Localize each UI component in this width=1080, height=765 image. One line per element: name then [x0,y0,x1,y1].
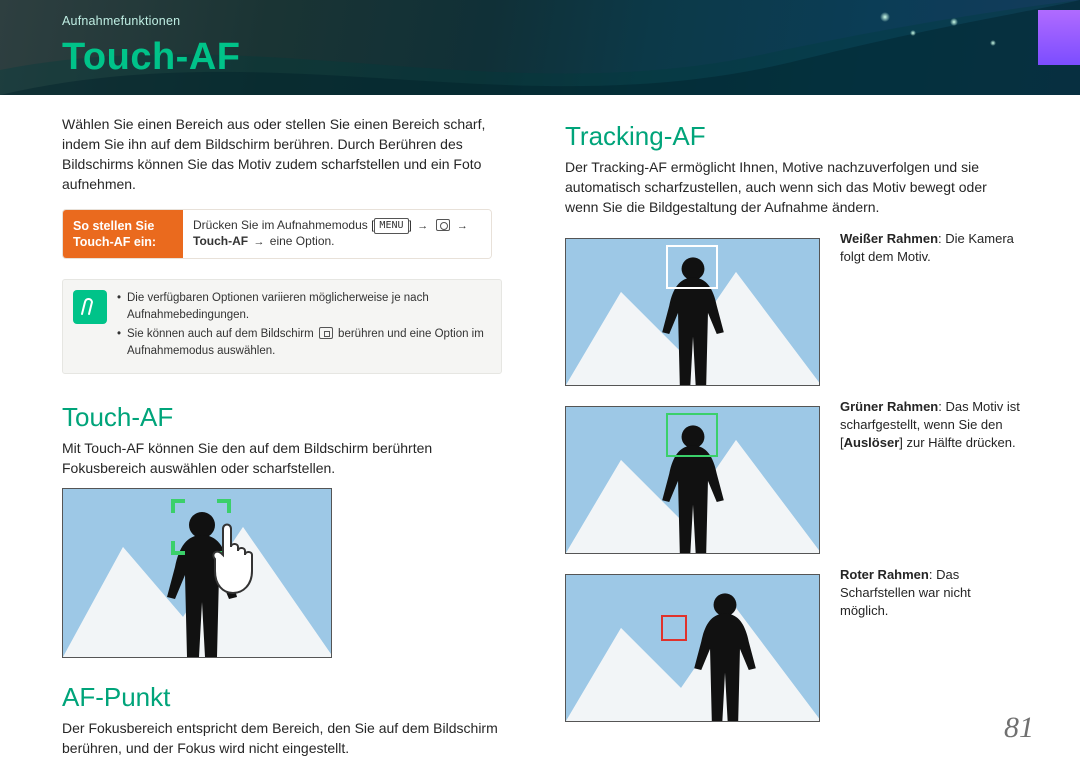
tracking-illustration-red [565,574,820,722]
arrow-icon: → [457,220,468,232]
note-item: Sie können auch auf dem Bildschirm berüh… [117,326,487,359]
touch-af-illustration [62,488,332,658]
instruction-text: eine Option. [266,234,334,248]
tracking-row-white: Weißer Rahmen: Die Kamera folgt dem Moti… [565,228,1020,386]
note-item: Die verfügbaren Optionen variieren mögli… [117,290,487,323]
menu-chip-icon: MENU [374,218,408,234]
sparkle-icon [910,30,916,36]
tracking-row-green: Grüner Rahmen: Das Motiv ist scharfgeste… [565,396,1020,554]
instruction-text: Drücken Sie im Aufnahmemodus [ [193,218,374,232]
instruction-text: ] [409,218,416,232]
person-silhouette-icon [685,589,765,721]
arrow-icon: → [417,220,428,232]
instruction-strong: Touch-AF [193,234,248,248]
tracking-desc-green: Grüner Rahmen: Das Motiv ist scharfgeste… [840,396,1020,453]
tracking-illustration-white [565,238,820,386]
focus-box-green [666,413,718,457]
side-tab [1038,10,1080,65]
intro-paragraph: Wählen Sie einen Bereich aus oder stelle… [62,115,517,195]
hand-pointer-icon [203,519,263,599]
sparkle-icon [950,18,958,26]
page-title: Touch-AF [62,36,240,79]
tracking-af-paragraph: Der Tracking-AF ermöglicht Ihnen, Motive… [565,158,1020,218]
note-list: Die verfügbaren Optionen variieren mögli… [117,290,487,363]
touch-af-paragraph: Mit Touch-AF können Sie den auf dem Bild… [62,439,517,479]
note-box: Die verfügbaren Optionen variieren mögli… [62,279,502,374]
camera-chip-icon [436,219,450,231]
tracking-desc-white: Weißer Rahmen: Die Kamera folgt dem Moti… [840,228,1020,266]
sparkle-icon [990,40,996,46]
instruction-body: Drücken Sie im Aufnahmemodus [MENU] → → … [183,210,491,259]
instruction-row: So stellen Sie Touch-AF ein: Drücken Sie… [62,209,492,260]
page-number: 81 [1004,711,1034,745]
left-column: Wählen Sie einen Bereich aus oder stelle… [62,115,517,759]
screen-touch-icon [319,327,333,339]
instruction-label: So stellen Sie Touch-AF ein: [63,210,183,259]
section-heading-tracking-af: Tracking-AF [565,121,1020,152]
section-heading-touch-af: Touch-AF [62,402,517,433]
tracking-desc-red: Roter Rahmen: Das Scharfstellen war nich… [840,564,1020,621]
note-icon [73,290,107,324]
right-column: Tracking-AF Der Tracking-AF ermöglicht I… [565,115,1020,722]
focus-box-white [666,245,718,289]
tracking-row-red: Roter Rahmen: Das Scharfstellen war nich… [565,564,1020,722]
sparkle-icon [880,12,890,22]
af-punkt-paragraph: Der Fokusbereich entspricht dem Bereich,… [62,719,517,759]
breadcrumb: Aufnahmefunktionen [62,14,180,28]
focus-box-red [661,615,687,641]
arrow-icon: → [253,236,264,248]
tracking-illustration-green [565,406,820,554]
section-heading-af-punkt: AF-Punkt [62,682,517,713]
